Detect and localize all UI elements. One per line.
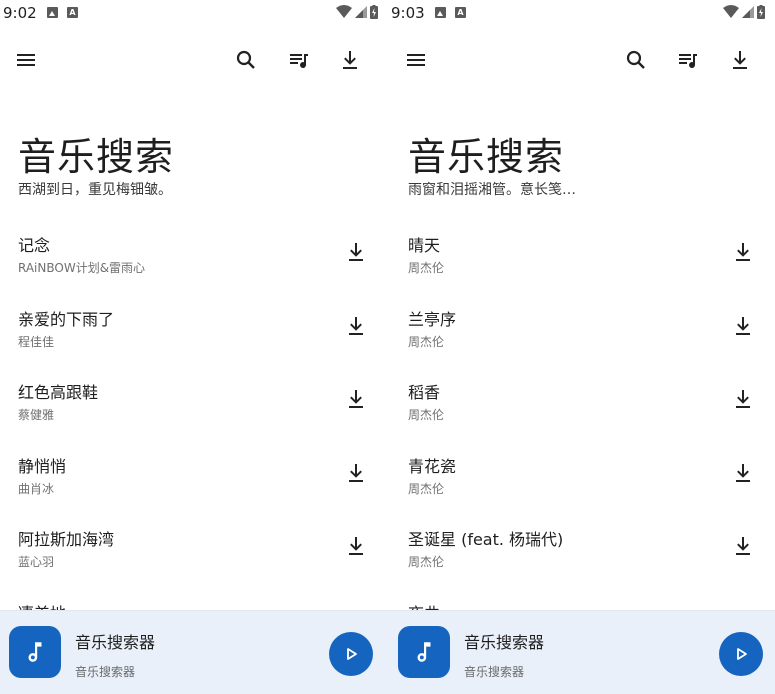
song-title: 阿拉斯加海湾 (18, 530, 115, 549)
song-title: 红色高跟鞋 (18, 383, 99, 402)
status-bar: 9:02 A (0, 0, 388, 26)
song-item[interactable]: 青花瓷 周杰伦 (388, 441, 775, 515)
phone-screen-left: 9:02 A 音乐搜索 西湖到日，重见梅钿皱。 记念 RAiNBOW计划&雷雨心 (0, 0, 388, 694)
song-title: 稻香 (408, 383, 441, 402)
song-artist: 周杰伦 (408, 408, 445, 422)
signal-icon (742, 6, 754, 18)
song-title: 亲爱的下雨了 (18, 309, 115, 329)
download-icon[interactable] (344, 240, 368, 264)
app-bar (0, 40, 388, 80)
gallery-notification-icon (435, 7, 446, 18)
song-title: 记念 (18, 236, 51, 255)
wifi-icon (723, 5, 739, 18)
play-icon (347, 648, 357, 660)
song-title: 兰亭序 (408, 309, 457, 329)
status-time: 9:03 (391, 4, 425, 22)
player-subtitle: 音乐搜索器 (464, 665, 525, 679)
song-item[interactable]: 兰亭序 周杰伦 (388, 294, 775, 368)
song-title: 青花瓷 (408, 456, 457, 476)
download-icon[interactable] (344, 387, 368, 411)
song-artist: 蔡健雅 (18, 408, 55, 422)
download-icon[interactable] (731, 387, 755, 411)
download-icon[interactable] (731, 240, 755, 264)
download-icon[interactable] (344, 314, 368, 338)
download-icon[interactable] (731, 314, 755, 338)
status-bar: 9:03 A (388, 0, 775, 26)
song-artist: 周杰伦 (408, 261, 445, 275)
signal-icon (355, 6, 367, 18)
song-item[interactable]: 静悄悄 曲肖冰 (0, 441, 388, 515)
app-notification-icon: A (455, 7, 466, 18)
page-title: 音乐搜索 (408, 135, 565, 179)
mini-player[interactable]: 音乐搜索器 音乐搜索器 (388, 610, 775, 694)
search-icon[interactable] (624, 48, 648, 72)
app-bar (388, 40, 775, 80)
page-subtitle: 雨窗和泪摇湘管。意长笺… (408, 182, 576, 198)
download-icon[interactable] (728, 48, 752, 72)
song-item[interactable]: 阿拉斯加海湾 蓝心羽 (0, 514, 388, 588)
download-icon[interactable] (344, 534, 368, 558)
song-title: 静悄悄 (18, 456, 67, 476)
status-time: 9:02 (3, 4, 37, 22)
song-title: 晴天 (408, 236, 441, 255)
page-subtitle: 西湖到日，重见梅钿皱。 (18, 182, 172, 198)
song-item[interactable]: 记念 RAiNBOW计划&雷雨心 (0, 220, 388, 294)
song-artist: RAiNBOW计划&雷雨心 (18, 261, 146, 275)
song-item[interactable]: 稻香 周杰伦 (388, 367, 775, 441)
music-note-icon (417, 642, 431, 662)
mini-player[interactable]: 音乐搜索器 音乐搜索器 (0, 610, 388, 694)
song-item[interactable]: 亲爱的下雨了 程佳佳 (0, 294, 388, 368)
queue-music-icon[interactable] (676, 48, 700, 72)
app-notification-icon: A (67, 7, 78, 18)
download-icon[interactable] (731, 461, 755, 485)
battery-icon (757, 5, 765, 19)
song-artist: 曲肖冰 (18, 481, 55, 496)
player-title: 音乐搜索器 (464, 633, 545, 652)
song-artist: 周杰伦 (408, 334, 445, 349)
queue-music-icon[interactable] (287, 48, 311, 72)
song-title: 圣诞星 (feat. 杨瑞代) (408, 530, 564, 549)
song-list: 记念 RAiNBOW计划&雷雨心 亲爱的下雨了 程佳佳 红色高跟鞋 蔡健雅 静悄… (0, 220, 388, 661)
player-title: 音乐搜索器 (75, 633, 156, 652)
song-artist: 周杰伦 (408, 481, 445, 496)
menu-icon[interactable] (404, 48, 428, 72)
battery-icon (370, 5, 378, 19)
search-icon[interactable] (234, 48, 258, 72)
player-subtitle: 音乐搜索器 (75, 665, 136, 679)
song-item[interactable]: 晴天 周杰伦 (388, 220, 775, 294)
play-button[interactable] (329, 632, 373, 676)
play-button[interactable] (719, 632, 763, 676)
song-list: 晴天 周杰伦 兰亭序 周杰伦 稻香 周杰伦 青花瓷 周杰伦 圣诞星 (feat.… (388, 220, 775, 661)
page-title: 音乐搜索 (18, 135, 175, 179)
gallery-notification-icon (47, 7, 58, 18)
play-icon (737, 648, 747, 660)
album-art (398, 626, 450, 678)
menu-icon[interactable] (14, 48, 38, 72)
download-icon[interactable] (338, 48, 362, 72)
song-item[interactable]: 红色高跟鞋 蔡健雅 (0, 367, 388, 441)
song-artist: 周杰伦 (408, 555, 445, 569)
phone-screen-right: 9:03 A 音乐搜索 雨窗和泪摇湘管。意长笺… 晴天 周杰伦 兰亭序 周杰伦 … (388, 0, 775, 694)
download-icon[interactable] (344, 461, 368, 485)
wifi-icon (336, 5, 352, 18)
music-note-icon (28, 642, 42, 662)
song-item[interactable]: 圣诞星 (feat. 杨瑞代) 周杰伦 (388, 514, 775, 588)
song-artist: 程佳佳 (18, 334, 55, 349)
download-icon[interactable] (731, 534, 755, 558)
song-artist: 蓝心羽 (18, 555, 55, 569)
album-art (9, 626, 61, 678)
